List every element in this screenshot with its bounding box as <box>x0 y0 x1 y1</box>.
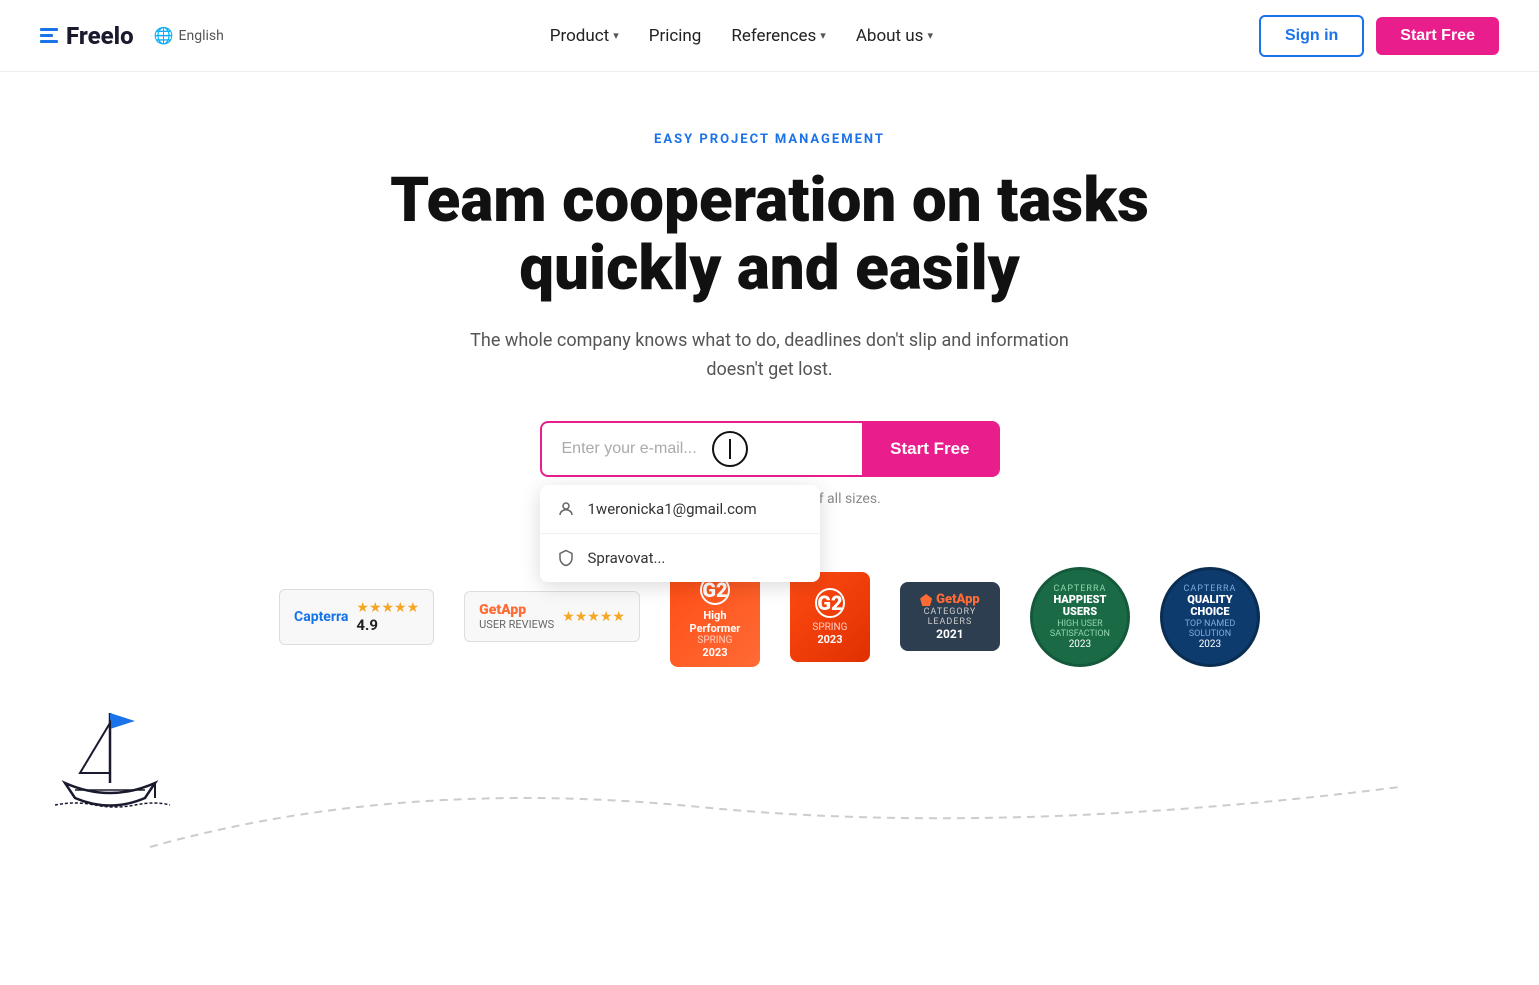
autocomplete-item-email[interactable]: 1weronicka1@gmail.com <box>540 485 820 534</box>
badge-capterra-happiest[interactable]: capterra HAPPIEST USERS HIGH USER SATISF… <box>1030 567 1130 667</box>
nav-item-pricing[interactable]: Pricing <box>649 26 702 46</box>
quality-sub: TOP NAMED SOLUTION <box>1173 619 1247 639</box>
getapp-sub: USER REVIEWS <box>479 618 554 631</box>
badge-g2-high-performer[interactable]: G2 High Performer SPRING 2023 <box>670 567 760 667</box>
language-selector[interactable]: 🌐 English <box>154 26 224 45</box>
illustration-section <box>0 687 1539 887</box>
hero-subtitle: The whole company knows what to do, dead… <box>470 327 1070 385</box>
chevron-down-icon: ▾ <box>613 29 619 42</box>
hero-badge: EASY PROJECT MANAGEMENT <box>20 132 1519 147</box>
g2-title: High Performer <box>678 609 752 635</box>
leaders-year: 2021 <box>936 627 964 641</box>
g2-spring-logo: G2 <box>815 588 845 618</box>
leaders-logo: GetApp <box>936 592 980 607</box>
header-left: Freelo 🌐 English <box>40 22 224 50</box>
badge-getapp-leaders[interactable]: GetApp CATEGORY LEADERS 2021 <box>900 582 1000 651</box>
getapp-leaders-inner: GetApp CATEGORY LEADERS 2021 <box>900 582 1000 651</box>
badge-capterra[interactable]: Capterra ★★★★★ 4.9 <box>279 589 434 645</box>
start-free-button[interactable]: Start Free <box>1376 17 1499 55</box>
email-form-wrapper: Start Free 1weronicka1@gmail.com <box>540 421 1000 477</box>
hero-section: EASY PROJECT MANAGEMENT Team cooperation… <box>0 72 1539 527</box>
quality-inner: capterra QUALITY CHOICE TOP NAMED SOLUTI… <box>1160 567 1260 667</box>
capterra-stars: ★★★★★ <box>356 600 419 616</box>
person-icon <box>556 499 576 519</box>
leaders-sub: CATEGORY LEADERS <box>910 607 990 627</box>
badge-capterra-quality[interactable]: capterra QUALITY CHOICE TOP NAMED SOLUTI… <box>1160 567 1260 667</box>
chevron-down-icon: ▾ <box>927 29 933 42</box>
getapp-stars: ★★★★★ <box>562 609 625 625</box>
capterra-info: ★★★★★ 4.9 <box>356 600 419 634</box>
email-form: Start Free <box>540 421 1000 477</box>
nav-item-product[interactable]: Product ▾ <box>550 26 619 46</box>
autocomplete-manage-value: Spravovat... <box>588 549 666 567</box>
g2-spring-sub: SPRING <box>812 622 847 633</box>
badge-g2-spring[interactable]: G2 SPRING 2023 <box>790 572 870 662</box>
getapp-reviews-inner: GetApp USER REVIEWS ★★★★★ <box>464 591 640 642</box>
happiest-sub: HIGH USER SATISFACTION <box>1043 619 1117 639</box>
autocomplete-dropdown: 1weronicka1@gmail.com Spravovat... <box>540 485 820 582</box>
g2-spring-year: 2023 <box>817 633 842 646</box>
g2-year: 2023 <box>702 646 727 659</box>
g2-high-performer-inner: G2 High Performer SPRING 2023 <box>670 567 760 667</box>
getapp-logo-text: GetApp <box>479 602 554 618</box>
happiest-inner: capterra HAPPIEST USERS HIGH USER SATISF… <box>1030 567 1130 667</box>
globe-icon: 🌐 <box>154 26 174 45</box>
header-actions: Sign in Start Free <box>1259 15 1499 57</box>
signin-button[interactable]: Sign in <box>1259 15 1364 57</box>
nav-item-about[interactable]: About us ▾ <box>856 26 933 46</box>
autocomplete-email-value: 1weronicka1@gmail.com <box>588 500 757 518</box>
getapp-logo-box: GetApp USER REVIEWS <box>479 602 554 631</box>
logo[interactable]: Freelo <box>40 22 134 50</box>
language-label: English <box>179 28 224 44</box>
quality-title: QUALITY CHOICE <box>1173 594 1247 618</box>
logo-icon <box>40 28 58 43</box>
capterra-badge-inner: Capterra ★★★★★ 4.9 <box>279 589 434 645</box>
main-nav: Product ▾ Pricing References ▾ About us … <box>550 26 933 46</box>
header: Freelo 🌐 English Product ▾ Pricing Refer… <box>0 0 1539 72</box>
g2-sub: SPRING <box>697 635 732 646</box>
hero-title: Team cooperation on tasks quickly and ea… <box>370 167 1170 303</box>
happiest-year: 2023 <box>1069 639 1091 650</box>
dashed-path-svg <box>0 727 1539 887</box>
logo-text: Freelo <box>66 22 134 50</box>
email-input[interactable] <box>542 424 863 474</box>
happiest-title: HAPPIEST USERS <box>1043 594 1117 618</box>
shield-icon <box>556 548 576 568</box>
badge-getapp-reviews[interactable]: GetApp USER REVIEWS ★★★★★ <box>464 591 640 642</box>
capterra-logo-text: Capterra <box>294 609 348 625</box>
chevron-down-icon: ▾ <box>820 29 826 42</box>
g2-spring-inner: G2 SPRING 2023 <box>790 572 870 662</box>
nav-item-references[interactable]: References ▾ <box>731 26 825 46</box>
autocomplete-item-manage[interactable]: Spravovat... <box>540 534 820 582</box>
quality-year: 2023 <box>1199 639 1221 650</box>
capterra-score: 4.9 <box>356 616 378 634</box>
getapp-icon <box>920 594 932 606</box>
form-start-free-button[interactable]: Start Free <box>862 423 997 475</box>
